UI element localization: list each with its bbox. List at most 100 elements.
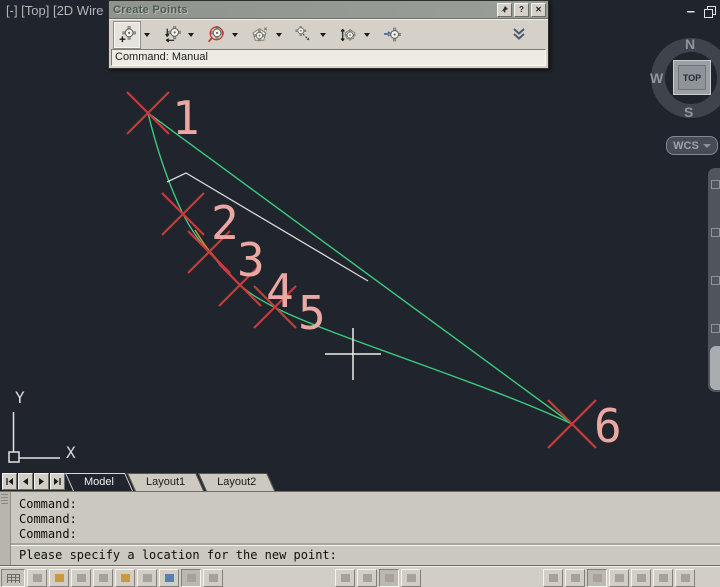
viewcube-west[interactable]: W [650, 70, 663, 86]
navbar-zoom-icon[interactable] [711, 276, 720, 285]
statusbar-ducs-toggle[interactable] [137, 569, 157, 587]
ucs-icon [8, 412, 60, 463]
statusbar-autoscale-toggle[interactable] [587, 569, 607, 587]
manual-point-button[interactable] [114, 21, 140, 48]
command-window-drag-handle[interactable] [0, 492, 11, 567]
command-history: Command: Command: Command: [11, 492, 720, 545]
point-label-3: 3 [237, 233, 265, 287]
point-marker-2 [161, 192, 205, 236]
ucs-y-label: Y [15, 388, 25, 407]
viewcube-south[interactable]: S [684, 104, 693, 120]
station-offset-point-button[interactable] [160, 23, 184, 47]
station-offset-dropdown[interactable] [184, 24, 197, 46]
tab-layout2[interactable]: Layout2 [202, 473, 271, 491]
double-chevron-down-icon [513, 28, 525, 40]
statusbar-grid-toggle[interactable] [1, 569, 25, 587]
resection-point-icon [207, 25, 225, 42]
point-label-2: 2 [211, 196, 239, 250]
point-label-4: 4 [266, 264, 294, 318]
statusbar-layout-button[interactable] [357, 569, 377, 587]
interpolate-point-button[interactable] [336, 23, 360, 47]
close-button[interactable]: ✕ [531, 2, 546, 17]
application-window: { "viewport": { "label": "[-] [Top] [2D … [0, 0, 720, 587]
statusbar-qp-toggle[interactable] [203, 569, 223, 587]
statusbar-annovis-button[interactable] [565, 569, 585, 587]
viewcube-north[interactable]: N [685, 36, 695, 52]
statusbar-hardware-button[interactable] [653, 569, 673, 587]
statusbar-otrack-toggle[interactable] [115, 569, 135, 587]
restore-icon [704, 9, 713, 18]
wcs-dropdown[interactable]: WCS [666, 136, 718, 155]
statusbar-cleanscreen-button[interactable] [675, 569, 695, 587]
statusbar-paper-toggle[interactable] [379, 569, 399, 587]
last-tab-button[interactable] [50, 473, 65, 490]
statusbar-annotation-button[interactable] [401, 569, 421, 587]
grid-icon [6, 573, 20, 583]
chevron-down-icon [143, 32, 150, 37]
first-tab-icon [6, 478, 13, 485]
point-label-1: 1 [172, 91, 200, 145]
interpolate-dropdown[interactable] [360, 24, 373, 46]
manual-point-icon [119, 25, 136, 42]
statusbar-dyn-toggle[interactable] [159, 569, 179, 587]
tab-model[interactable]: Model [69, 473, 129, 491]
viewport-controls-label[interactable]: [-] [Top] [2D Wire [6, 3, 104, 18]
manual-point-dropdown[interactable] [140, 24, 153, 46]
command-history-line: Command: [19, 527, 77, 541]
statusbar-ortho-toggle[interactable] [49, 569, 69, 587]
palette-command-prompt[interactable]: Command: Manual [111, 49, 546, 66]
measure-object-dropdown[interactable] [316, 24, 329, 46]
restore-button[interactable] [704, 6, 716, 18]
point-marker-6 [547, 399, 597, 449]
window-controls: – [687, 4, 716, 19]
crosshair-cursor [325, 328, 381, 380]
first-tab-button[interactable] [2, 473, 17, 490]
measure-object-point-button[interactable] [292, 23, 316, 47]
polyline-vertex-dropdown[interactable] [272, 24, 285, 46]
navbar-pan-icon[interactable] [711, 228, 720, 237]
tab-layout1[interactable]: Layout1 [131, 473, 200, 491]
resection-point-button[interactable] [204, 23, 228, 47]
chevron-down-icon [363, 32, 370, 37]
command-prompt-line[interactable]: Please specify a location for the new po… [11, 545, 720, 567]
next-tab-icon [39, 478, 44, 485]
palette-title-bar[interactable]: Create Points ? ✕ [109, 1, 548, 19]
palette-title: Create Points [113, 3, 188, 16]
statusbar-polar-toggle[interactable] [71, 569, 91, 587]
measure-object-point-icon [295, 25, 310, 40]
command-history-line: Command: [19, 512, 77, 526]
chevron-down-icon [319, 32, 326, 37]
viewcube-top-face[interactable]: TOP [673, 60, 711, 95]
point-marker-1 [126, 91, 170, 135]
navbar-wheel-icon[interactable] [711, 180, 720, 189]
station-offset-point-icon [165, 25, 181, 42]
resection-dropdown[interactable] [228, 24, 241, 46]
statusbar-lwt-toggle[interactable] [181, 569, 201, 587]
chevron-down-icon [702, 143, 711, 148]
statusbar-snap-toggle[interactable] [27, 569, 47, 587]
ucs-x-label: X [66, 443, 76, 462]
command-history-line: Command: [19, 497, 77, 511]
statusbar-model-button[interactable] [335, 569, 355, 587]
navbar-thumb[interactable] [710, 346, 720, 390]
slope-point-button[interactable] [380, 23, 404, 47]
statusbar-lock-button[interactable] [631, 569, 651, 587]
polyline-vertex-point-icon [252, 26, 268, 41]
command-text-area[interactable]: Command: Command: Command: Please specif… [11, 492, 720, 567]
minimize-button[interactable]: – [687, 4, 695, 19]
viewcube-top-label: TOP [678, 65, 706, 90]
next-tab-button[interactable] [34, 473, 49, 490]
previous-tab-button[interactable] [18, 473, 33, 490]
chevron-down-icon [231, 32, 238, 37]
statusbar-workspace-button[interactable] [609, 569, 629, 587]
statusbar-annoscale-button[interactable] [543, 569, 563, 587]
create-points-toolbar [109, 19, 548, 49]
navbar-orbit-icon[interactable] [711, 324, 720, 333]
expand-toolbar-button[interactable] [507, 23, 531, 47]
help-button[interactable]: ? [514, 2, 529, 17]
statusbar-osnap-toggle[interactable] [93, 569, 113, 587]
polyline-vertex-point-button[interactable] [248, 23, 272, 47]
pin-button[interactable] [497, 2, 512, 17]
pushpin-icon [501, 6, 508, 13]
create-points-palette: Create Points ? ✕ Command: Manual [108, 0, 549, 69]
